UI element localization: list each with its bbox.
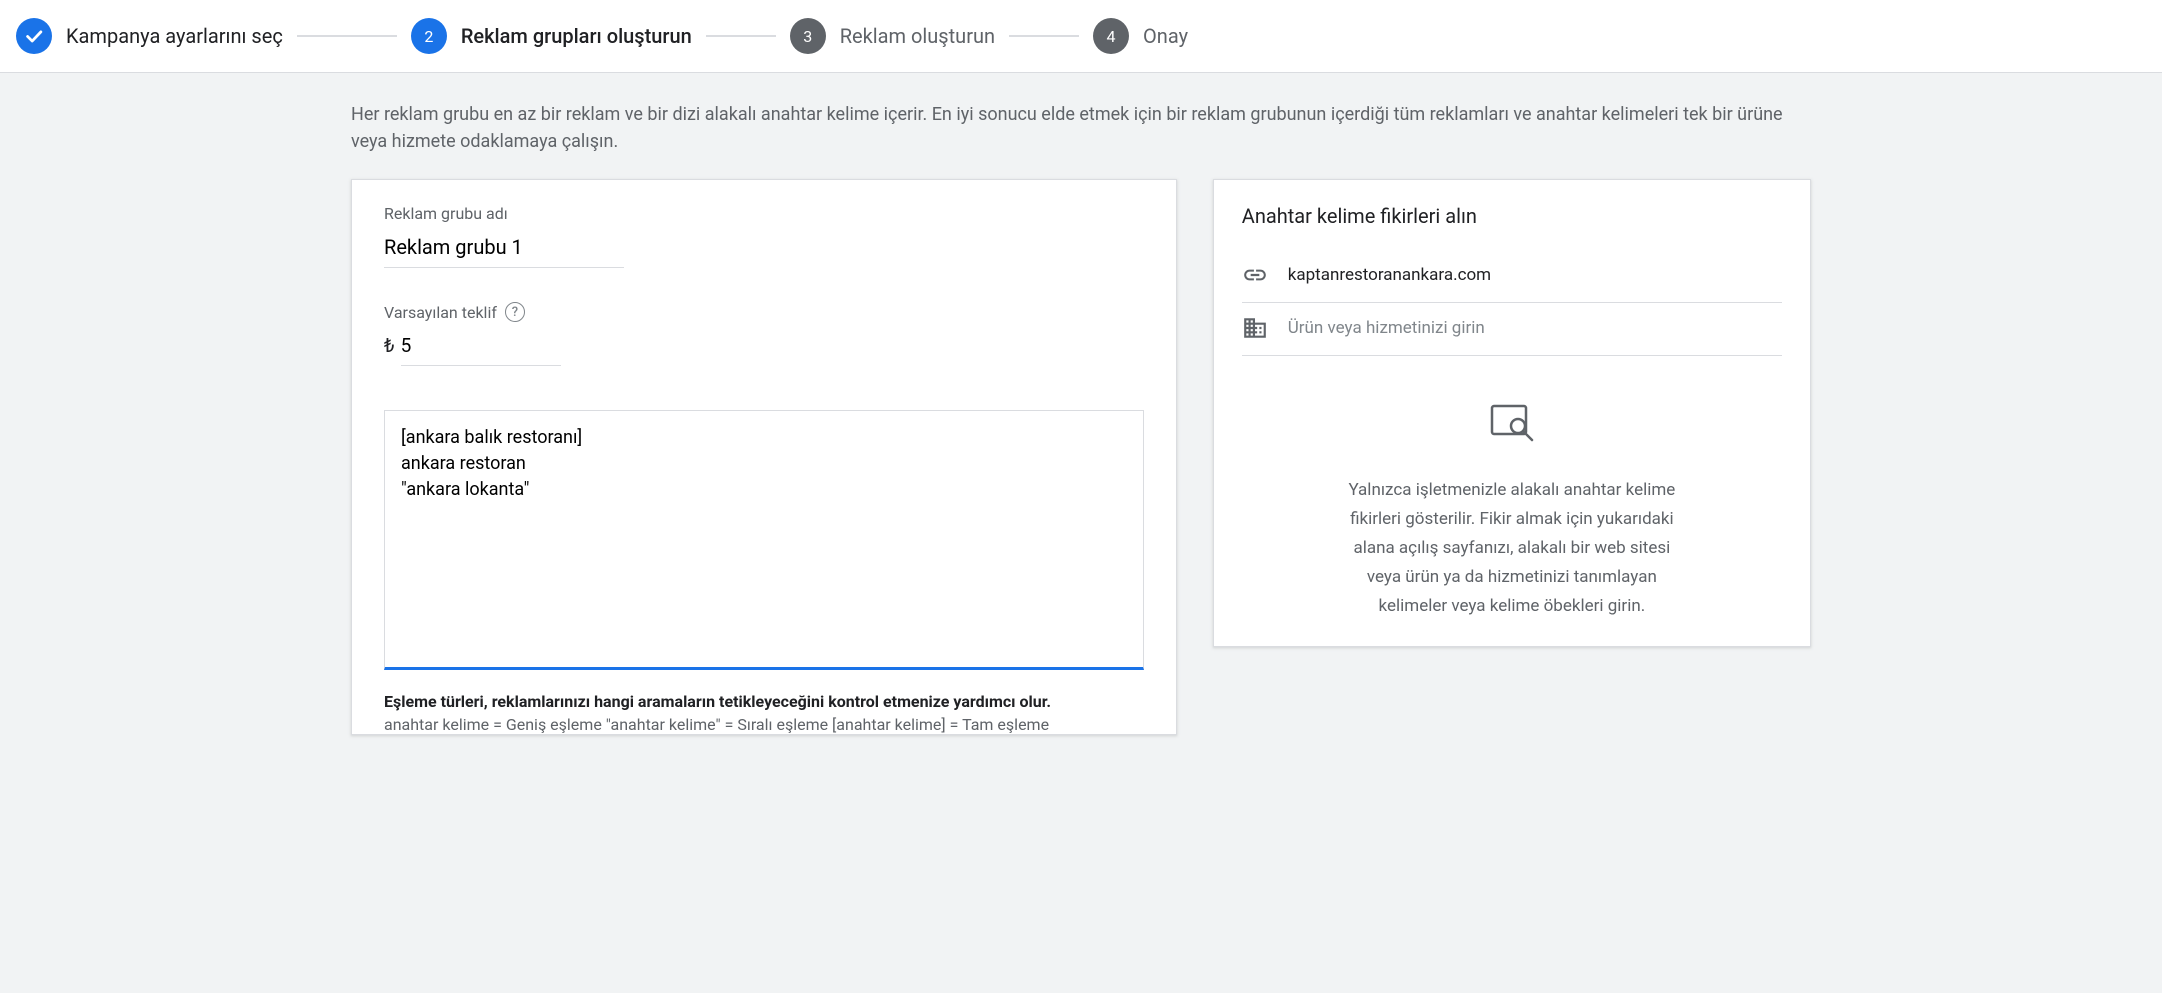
product-input[interactable] [1286,317,1782,339]
stepper: Kampanya ayarlarını seç 2 Reklam gruplar… [0,0,2162,73]
connector [297,35,397,37]
keywords-textarea[interactable] [384,410,1144,670]
step-3-label: Reklam oluşturun [840,24,995,48]
check-icon [16,18,52,54]
match-types-hint: anahtar kelime = Geniş eşleme "anahtar k… [384,715,1144,734]
connector [706,35,776,37]
intro-text: Her reklam grubu en az bir reklam ve bir… [351,101,1811,155]
step-2-number: 2 [411,18,447,54]
keyword-ideas-title: Anahtar kelime fikirleri alın [1242,204,1782,228]
adgroup-name-input[interactable] [384,229,624,268]
url-input[interactable] [1286,264,1782,286]
step-3-number: 3 [790,18,826,54]
step-4-number: 4 [1093,18,1129,54]
help-icon[interactable]: ? [505,302,525,322]
match-types-title: Eşleme türleri, reklamlarınızı hangi ara… [384,692,1144,711]
url-row[interactable] [1242,250,1782,303]
business-icon [1242,315,1268,341]
step-4-label: Onay [1143,24,1188,48]
adgroup-name-label: Reklam grubu adı [384,204,1144,223]
step-2[interactable]: 2 Reklam grupları oluşturun [411,18,692,54]
link-icon [1242,262,1268,288]
step-1-label: Kampanya ayarlarını seç [66,24,283,48]
currency-symbol: ₺ [384,334,395,357]
product-row[interactable] [1242,303,1782,356]
adgroup-card: Reklam grubu adı Varsayılan teklif ? ₺ E… [351,179,1177,735]
step-1[interactable]: Kampanya ayarlarını seç [16,18,283,54]
empty-state-text: Yalnızca işletmenizle alakalı anahtar ke… [1337,476,1687,620]
step-2-label: Reklam grupları oluşturun [461,24,692,48]
step-4[interactable]: 4 Onay [1093,18,1188,54]
default-bid-input[interactable] [401,328,561,366]
connector [1009,35,1079,37]
step-3[interactable]: 3 Reklam oluşturun [790,18,995,54]
empty-state-icon [1242,404,1782,444]
keyword-ideas-card: Anahtar kelime fikirleri alın [1213,179,1811,647]
default-bid-label: Varsayılan teklif [384,303,497,322]
